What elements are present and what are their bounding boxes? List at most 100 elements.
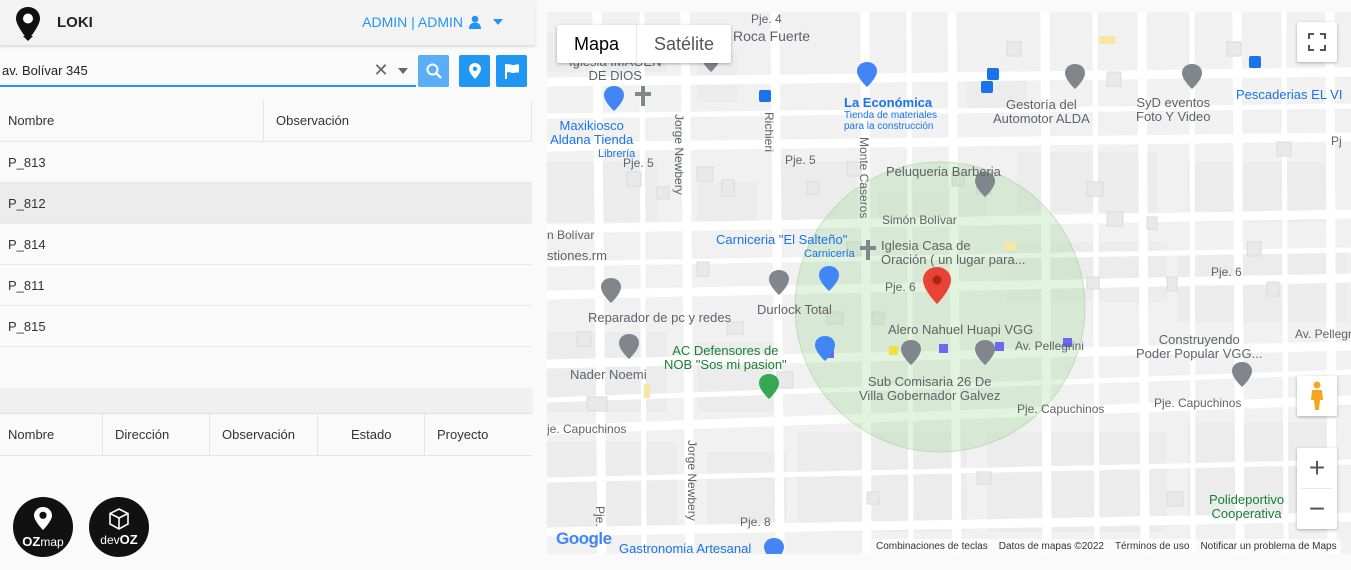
user-label: ADMIN | ADMIN — [362, 14, 463, 30]
column-header-proyecto[interactable]: Proyecto — [425, 414, 532, 455]
street-label: Av. Pellegrini — [1015, 339, 1084, 353]
search-row: ✕ — [0, 55, 535, 87]
street-label: Pje. 4 — [751, 12, 782, 26]
report-problem-link[interactable]: Notificar un problema de Maps — [1200, 541, 1336, 552]
poi-label[interactable]: La Económica Tienda de materiales para la… — [844, 95, 938, 133]
column-header-direccion[interactable]: Dirección — [103, 414, 210, 455]
flag-button[interactable] — [496, 55, 527, 87]
poi-label[interactable]: stiones.rm — [547, 249, 607, 263]
fullscreen-button[interactable] — [1297, 22, 1337, 62]
ozmap-oz-text: OZ — [22, 533, 41, 549]
street-label: Pje. 5 — [785, 153, 816, 167]
street-label: Jorge Newbery — [685, 440, 699, 521]
search-button[interactable] — [418, 55, 449, 87]
poi-label[interactable]: Gastronomia Artesanal — [619, 542, 751, 555]
address-search-input[interactable] — [0, 55, 416, 87]
devoz-badge[interactable]: devOZ — [89, 497, 149, 557]
poi-title: Maxikiosco Aldana Tienda — [550, 118, 634, 147]
poi-subtitle: Tienda de materiales para la construcció… — [844, 110, 938, 132]
map-pin-logo-icon — [16, 7, 40, 41]
zoom-control: + − — [1297, 448, 1337, 529]
poi-label[interactable]: Durlock Total — [757, 303, 832, 317]
chevron-down-icon — [493, 19, 503, 25]
street-label: Monte Caseros — [857, 137, 871, 219]
poi-label[interactable]: AC Defensores de NOB "Sos mi pasion" — [664, 344, 787, 372]
details-table-header: Nombre Dirección Observación Estado Proy… — [0, 414, 532, 456]
devoz-dev-text: dev — [100, 532, 120, 547]
street-label: Pje. 6 — [885, 280, 916, 294]
user-icon — [469, 15, 481, 29]
poi-label[interactable]: Reparador de pc y redes — [588, 311, 731, 325]
map-attribution: Combinaciones de teclas Datos de mapas ©… — [872, 539, 1341, 554]
app-title: LOKI — [57, 14, 93, 31]
map-type-mapa-button[interactable]: Mapa — [557, 25, 638, 63]
map-view[interactable]: Pje. 4 Pje. 5 Pje. 5 Simón Bolívar n Bol… — [547, 12, 1351, 554]
table-row[interactable]: P_813 — [0, 142, 532, 183]
street-label: Simón Bolívar — [882, 213, 957, 227]
street-label: Richieri — [762, 112, 776, 153]
top-bar: LOKI ADMIN | ADMIN — [0, 0, 535, 46]
search-icon — [426, 63, 442, 79]
terms-link[interactable]: Términos de uso — [1115, 541, 1189, 552]
street-view-pegman-button[interactable] — [1297, 376, 1337, 416]
poi-subtitle: Carnicería — [804, 248, 855, 260]
poi-subtitle: Librería — [598, 148, 636, 160]
poi-label[interactable]: Construyendo Poder Popular VGG... — [1136, 333, 1262, 361]
poi-label[interactable]: Maxikiosco Aldana Tienda Librería — [548, 119, 635, 161]
zoom-in-button[interactable]: + — [1297, 448, 1337, 488]
poi-label[interactable]: Alero Nahuel Huapi VGG — [888, 323, 1033, 337]
column-header-observacion[interactable]: Observación — [210, 414, 318, 455]
column-header-nombre[interactable]: Nombre — [0, 414, 103, 455]
zoom-out-button[interactable]: − — [1297, 489, 1337, 529]
street-label: Pje. 8 — [740, 515, 771, 529]
keyboard-shortcuts-link[interactable]: Combinaciones de teclas — [876, 541, 988, 552]
ozmap-badge[interactable]: OZmap — [13, 497, 73, 557]
map-pin-icon — [34, 506, 52, 530]
user-menu[interactable]: ADMIN | ADMIN — [362, 14, 503, 30]
poi-title: La Económica — [844, 95, 933, 110]
pegman-icon — [1311, 381, 1323, 410]
street-label: Pj — [1331, 134, 1342, 148]
dropdown-caret-icon[interactable] — [398, 68, 408, 74]
devoz-oz-text: OZ — [119, 531, 138, 547]
poi-label[interactable]: Sub Comisaria 26 De Villa Gobernador Gal… — [859, 375, 1000, 403]
poi-label[interactable]: SyD eventos Foto Y Video — [1136, 96, 1210, 124]
map-type-satelite-button[interactable]: Satélite — [637, 25, 731, 63]
details-table: Nombre Dirección Observación Estado Proy… — [0, 414, 532, 456]
flag-icon — [504, 64, 519, 79]
street-label: Av. Pellegrin — [1295, 327, 1351, 341]
column-header-observacion[interactable]: Observación — [264, 100, 532, 141]
app-root: LOKI ADMIN | ADMIN ✕ Nombre — [0, 0, 1351, 570]
poi-title: Carniceria "El Salteño" — [716, 232, 848, 247]
poi-label[interactable]: Carniceria "El Salteño" Carnicería — [716, 233, 855, 261]
table-row-selected[interactable]: P_812 — [0, 183, 532, 224]
poi-label[interactable]: Peluqueria Barberia — [886, 165, 1001, 179]
column-header-nombre[interactable]: Nombre — [0, 100, 264, 141]
map-streets-layer — [547, 12, 1351, 554]
map-type-control: Mapa Satélite — [557, 25, 732, 63]
left-panel: LOKI ADMIN | ADMIN ✕ Nombre — [0, 0, 535, 570]
table-row[interactable]: P_814 — [0, 224, 532, 265]
poi-label[interactable]: Gestoría del Automotor ALDA — [993, 98, 1090, 126]
poi-label[interactable]: Polideportivo Cooperativa — [1209, 493, 1284, 521]
street-label: Jorge Newbery — [672, 114, 686, 195]
clear-search-icon[interactable]: ✕ — [372, 61, 390, 79]
street-label: Pje. — [593, 506, 607, 527]
column-header-estado[interactable]: Estado — [318, 414, 425, 455]
points-table-header: Nombre Observación — [0, 100, 532, 142]
table-row[interactable]: P_815 — [0, 306, 532, 347]
table-row[interactable]: P_811 — [0, 265, 532, 306]
street-label: Pje. Capuchinos — [1017, 402, 1105, 416]
street-label: Pje. Capuchinos — [1154, 396, 1242, 410]
map-marker-icon — [468, 63, 481, 79]
section-divider — [0, 388, 532, 414]
points-table: Nombre Observación P_813 P_812 P_814 P_8… — [0, 100, 532, 347]
poi-label[interactable]: Roca Fuerte — [733, 29, 810, 43]
map-data-text: Datos de mapas ©2022 — [998, 541, 1104, 552]
fullscreen-icon — [1308, 33, 1326, 51]
add-point-button[interactable] — [459, 55, 490, 87]
poi-label[interactable]: Pescaderias EL VI — [1236, 88, 1342, 102]
cube-icon — [109, 507, 129, 530]
poi-label[interactable]: Nader Noemi — [570, 368, 647, 382]
poi-label[interactable]: Iglesia Casa de Oración ( un lugar para.… — [881, 239, 1026, 267]
